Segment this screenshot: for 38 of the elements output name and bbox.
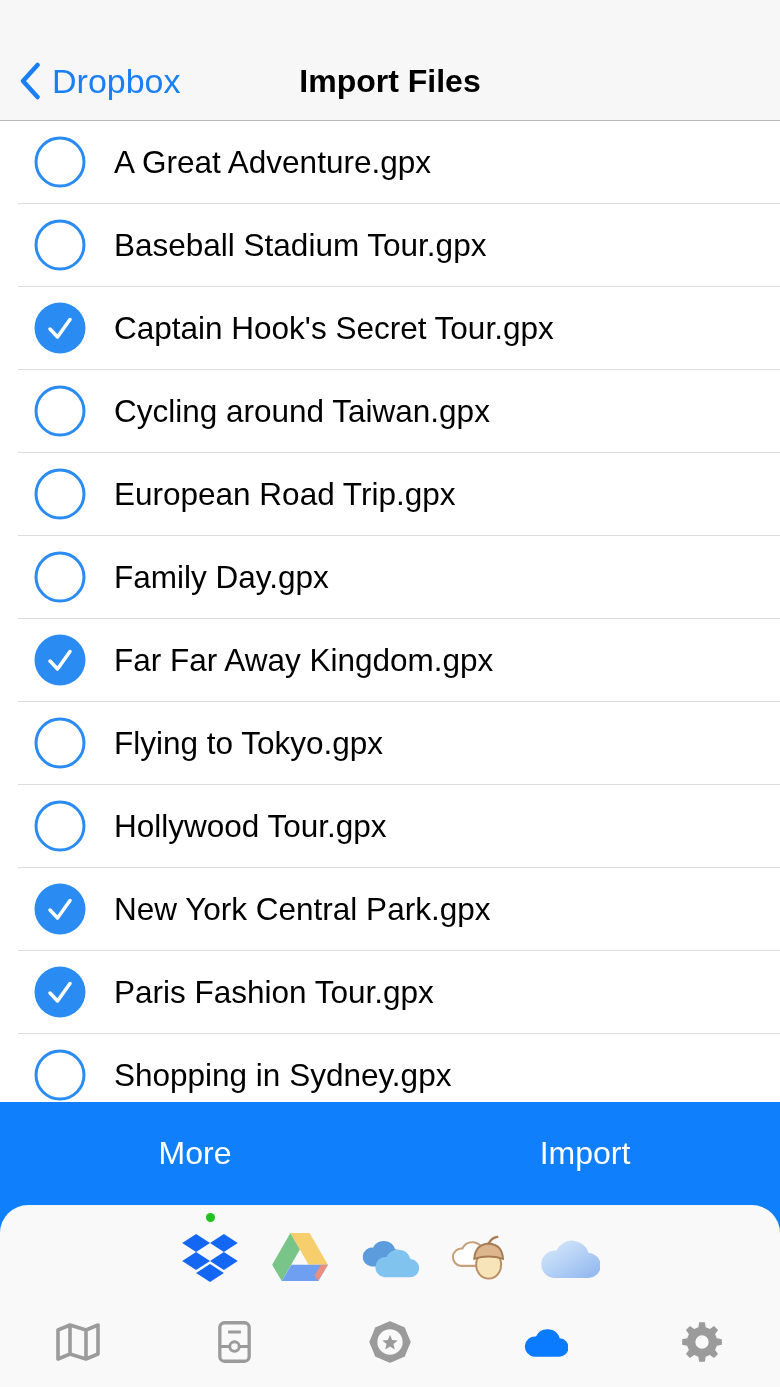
checkbox[interactable] bbox=[34, 1049, 86, 1101]
checkbox[interactable] bbox=[34, 883, 86, 935]
file-name: Paris Fashion Tour.gpx bbox=[114, 973, 434, 1011]
settings-icon[interactable] bbox=[681, 1321, 723, 1363]
status-dot-icon bbox=[205, 1213, 215, 1222]
checkbox[interactable] bbox=[34, 966, 86, 1018]
box-icon bbox=[182, 1234, 238, 1282]
device-icon[interactable] bbox=[217, 1320, 251, 1364]
file-name: Flying to Tokyo.gpx bbox=[114, 724, 384, 762]
cloud-icon bbox=[360, 1238, 420, 1279]
cloud-icon bbox=[540, 1238, 600, 1278]
file-name: Shopping in Sydney.gpx bbox=[114, 1056, 452, 1094]
file-name: Hollywood Tour.gpx bbox=[114, 807, 387, 845]
triangle-icon bbox=[271, 1233, 329, 1283]
checkbox[interactable] bbox=[34, 551, 86, 603]
file-name: A Great Adventure.gpx bbox=[114, 143, 431, 181]
star-badge-icon[interactable] bbox=[369, 1321, 411, 1363]
chevron-left-icon bbox=[19, 62, 41, 100]
checkbox[interactable] bbox=[34, 302, 86, 354]
screen-title: Import Files bbox=[299, 62, 481, 101]
cloud-icon[interactable] bbox=[524, 1327, 568, 1357]
map-icon[interactable] bbox=[56, 1322, 100, 1362]
checkbox[interactable] bbox=[34, 717, 86, 769]
checkbox[interactable] bbox=[34, 634, 86, 686]
checkbox[interactable] bbox=[34, 385, 86, 437]
checkbox[interactable] bbox=[34, 468, 86, 520]
file-name: Baseball Stadium Tour.gpx bbox=[114, 226, 487, 264]
file-name: Family Day.gpx bbox=[114, 558, 329, 596]
file-name: Cycling around Taiwan.gpx bbox=[114, 392, 490, 430]
file-name: European Road Trip.gpx bbox=[114, 475, 456, 513]
checkbox[interactable] bbox=[34, 800, 86, 852]
file-name: Captain Hook's Secret Tour.gpx bbox=[114, 309, 554, 347]
checkbox[interactable] bbox=[34, 136, 86, 188]
source-button[interactable] bbox=[180, 1213, 240, 1283]
checkbox[interactable] bbox=[34, 219, 86, 271]
file-name: Far Far Away Kingdom.gpx bbox=[114, 641, 494, 679]
file-name: New York Central Park.gpx bbox=[114, 890, 491, 928]
back-button[interactable]: Dropbox bbox=[0, 61, 181, 101]
